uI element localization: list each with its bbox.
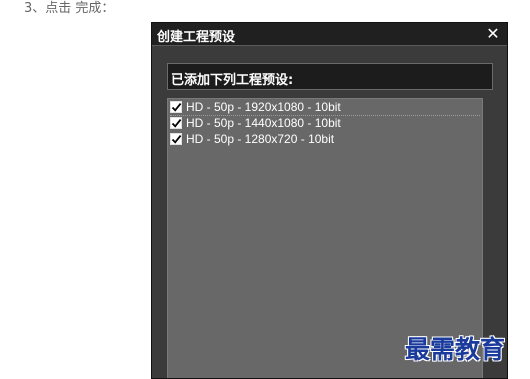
preset-label: HD - 50p - 1920x1080 - 10bit [186,100,341,114]
added-presets-header-label: 已添加下列工程预设: [171,73,294,88]
preset-checkbox[interactable] [170,133,182,145]
dialog-title: 创建工程预设 [157,30,236,45]
preset-list-item[interactable]: HD - 50p - 1440x1080 - 10bit [170,116,480,131]
preset-label: HD - 50p - 1280x720 - 10bit [186,132,335,146]
checkmark-icon [171,135,182,144]
preset-label: HD - 50p - 1440x1080 - 10bit [186,116,341,130]
added-presets-header: 已添加下列工程预设: [167,63,493,90]
checkmark-icon [171,119,182,128]
preset-checkbox[interactable] [170,117,182,129]
dialog-titlebar[interactable]: 创建工程预设 ✕ [152,23,507,46]
preset-list-item[interactable]: HD - 50p - 1920x1080 - 10bit [170,100,480,116]
page: 3、点击 完成： 创建工程预设 ✕ 已添加下列工程预设: HD - 50p - … [0,0,530,379]
close-icon[interactable]: ✕ [485,24,501,44]
watermark-logo: 最需教育 [405,335,506,364]
instruction-text: 3、点击 完成： [24,1,115,16]
preset-list-item[interactable]: HD - 50p - 1280x720 - 10bit [170,132,480,147]
preset-checkbox[interactable] [170,101,182,113]
checkmark-icon [171,103,182,112]
create-project-preset-dialog: 创建工程预设 ✕ 已添加下列工程预设: HD - 50p - 1920x1080… [151,22,508,379]
